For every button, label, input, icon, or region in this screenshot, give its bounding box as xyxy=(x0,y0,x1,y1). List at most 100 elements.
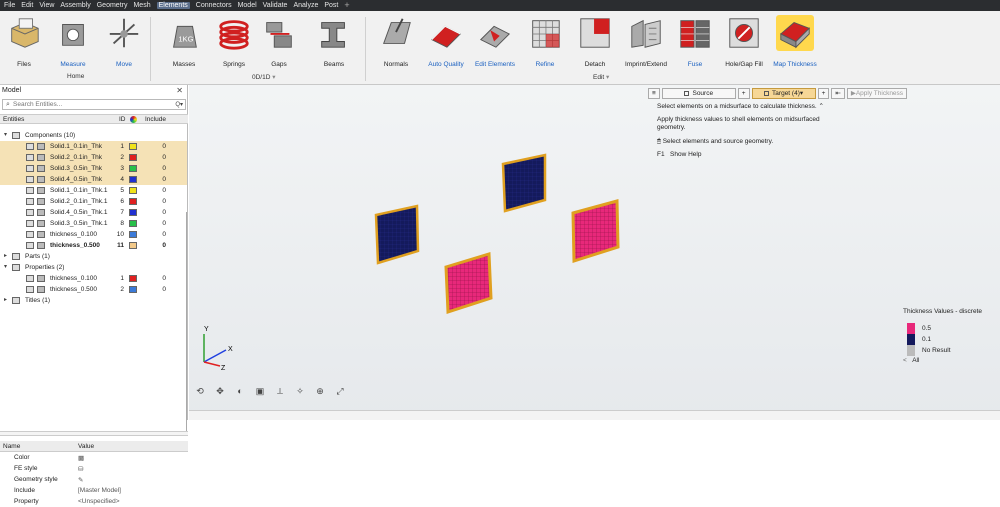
color-swatch[interactable] xyxy=(129,198,137,205)
isometric-view-icon[interactable]: ✧ xyxy=(293,384,307,398)
prop-value[interactable]: [Master Model] xyxy=(78,487,121,494)
pan-view-icon[interactable]: ✥ xyxy=(213,384,227,398)
tree-group[interactable]: ▸ Titles (1) xyxy=(0,295,187,306)
graphics-viewport[interactable] xyxy=(189,85,1000,420)
tool-refine[interactable]: Refine xyxy=(517,11,573,68)
tree-row[interactable]: Solid.4_0.5in_Thk 4 0 xyxy=(0,174,187,185)
tree-row[interactable]: thickness_0.100 1 0 xyxy=(0,273,187,284)
tool-masses[interactable]: 1KG Masses xyxy=(156,11,212,68)
tree-row[interactable]: Solid.1_0.1in_Thk 1 0 xyxy=(0,141,187,152)
zoom-view-icon[interactable]: ⊕ xyxy=(313,384,327,398)
expand-icon[interactable]: ▾ xyxy=(4,263,7,270)
color-swatch[interactable] xyxy=(129,165,137,172)
menu-model[interactable]: Model xyxy=(238,2,257,9)
visibility-icon[interactable] xyxy=(26,275,34,282)
source-button[interactable]: Source xyxy=(661,87,736,99)
visibility-icon[interactable] xyxy=(26,176,34,183)
tool-hole-gap-fill[interactable]: Hole/Gap Fill xyxy=(716,11,772,68)
col-include[interactable]: Include xyxy=(145,116,166,123)
panel-splitter[interactable] xyxy=(0,431,188,436)
search-input[interactable] xyxy=(13,100,163,109)
menu-view[interactable]: View xyxy=(39,2,54,9)
menu-post[interactable]: Post xyxy=(324,2,338,9)
menu-assembly[interactable]: Assembly xyxy=(60,2,90,9)
tree-group[interactable]: ▸ Parts (1) xyxy=(0,251,187,262)
tool-map-thickness[interactable]: Map Thickness xyxy=(767,11,823,68)
tool-fuse[interactable]: Fuse xyxy=(667,11,723,68)
prop-icon[interactable]: ▩ xyxy=(78,454,84,462)
menu-mesh[interactable]: Mesh xyxy=(133,2,150,9)
tree-row[interactable]: thickness_0.100 10 0 xyxy=(0,229,187,240)
fit-view-icon[interactable]: ⤢ xyxy=(333,384,347,398)
tree-row[interactable]: Solid.2_0.1in_Thk 2 0 xyxy=(0,152,187,163)
visibility-icon[interactable] xyxy=(26,286,34,293)
prop-row[interactable]: Color ▩ xyxy=(0,452,188,463)
menu-validate[interactable]: Validate xyxy=(263,2,288,9)
color-swatch[interactable] xyxy=(129,275,137,282)
visibility-icon[interactable] xyxy=(26,242,34,249)
tool-imprint-extend[interactable]: Imprint/Extend xyxy=(618,11,674,68)
prop-value[interactable]: <Unspecified> xyxy=(78,498,120,505)
tree-row[interactable]: thickness_0.500 2 0 xyxy=(0,284,187,295)
visibility-icon[interactable] xyxy=(26,154,34,161)
tree-row[interactable]: Solid.4_0.5in_Thk.1 7 0 xyxy=(0,207,187,218)
tool-beams[interactable]: Beams xyxy=(306,11,362,68)
color-swatch[interactable] xyxy=(129,209,137,216)
plate-pink-bottom[interactable] xyxy=(444,252,493,315)
tree-row[interactable]: Solid.3_0.5in_Thk.1 8 0 xyxy=(0,218,187,229)
guide-menu-button[interactable]: ≡ xyxy=(648,87,660,99)
legend-all-row[interactable]: < All xyxy=(903,357,1000,364)
plate-blue-top[interactable] xyxy=(501,153,547,213)
tool-auto-quality[interactable]: Auto Quality xyxy=(418,11,474,68)
tree-row[interactable]: Solid.3_0.5in_Thk 3 0 xyxy=(0,163,187,174)
color-swatch[interactable] xyxy=(129,176,137,183)
tree-row[interactable]: Solid.2_0.1in_Thk.1 6 0 xyxy=(0,196,187,207)
menu-file[interactable]: File xyxy=(4,2,15,9)
menu-edit[interactable]: Edit xyxy=(21,2,33,9)
expand-icon[interactable]: ▾ xyxy=(4,131,7,138)
visibility-icon[interactable] xyxy=(26,198,34,205)
tool-edit-elements[interactable]: Edit Elements xyxy=(467,11,523,68)
color-swatch[interactable] xyxy=(129,154,137,161)
cube-view-icon[interactable]: ▣ xyxy=(253,384,267,398)
group-edit-label[interactable]: Edit ▾ xyxy=(593,73,609,81)
menu-geometry[interactable]: Geometry xyxy=(97,2,128,9)
scrollbar[interactable] xyxy=(186,212,187,432)
tree-group[interactable]: ▾ Components (10) xyxy=(0,130,187,141)
visibility-icon[interactable] xyxy=(26,187,34,194)
add-target-button[interactable]: + xyxy=(817,87,830,99)
menu-elements[interactable]: Elements xyxy=(156,2,190,9)
reset-button[interactable]: ⇤ xyxy=(831,87,845,99)
prop-row[interactable]: FE style ⛁ xyxy=(0,463,188,474)
color-swatch[interactable] xyxy=(129,231,137,238)
apply-thickness-button[interactable]: ▶ Apply Thickness xyxy=(846,87,908,99)
color-swatch[interactable] xyxy=(129,187,137,194)
visibility-icon[interactable] xyxy=(26,209,34,216)
group-0d1d-label[interactable]: 0D/1D ▾ xyxy=(252,73,276,81)
visibility-icon[interactable] xyxy=(26,231,34,238)
show-help-text[interactable]: Show Help xyxy=(670,151,701,158)
visibility-icon[interactable] xyxy=(26,220,34,227)
col-id[interactable]: ID xyxy=(119,116,126,123)
target-button[interactable]: Target (4) ▾ xyxy=(751,87,816,99)
color-swatch[interactable] xyxy=(129,143,137,150)
prop-row[interactable]: Property <Unspecified> xyxy=(0,496,188,507)
tool-detach[interactable]: Detach xyxy=(567,11,623,68)
plate-pink-right[interactable] xyxy=(571,199,620,264)
visibility-icon[interactable] xyxy=(26,143,34,150)
menu-analyze[interactable]: Analyze xyxy=(293,2,318,9)
expand-icon[interactable]: ▸ xyxy=(4,252,7,259)
tool-measure[interactable]: Measure xyxy=(45,11,101,68)
col-entities[interactable]: Entities xyxy=(3,116,24,123)
prop-row[interactable]: Include [Master Model] xyxy=(0,485,188,496)
add-source-button[interactable]: + xyxy=(737,87,750,99)
plate-blue-left[interactable] xyxy=(374,204,420,265)
prop-icon[interactable]: ⛁ xyxy=(78,465,83,473)
color-swatch[interactable] xyxy=(129,220,137,227)
expand-icon[interactable]: ▸ xyxy=(4,296,7,303)
axis-view-icon[interactable]: ⟂ xyxy=(273,384,287,398)
prop-icon[interactable]: ✎ xyxy=(78,476,83,484)
rotate-view-icon[interactable]: ⟲ xyxy=(193,384,207,398)
search-options-dropdown[interactable]: Q▾ xyxy=(175,101,185,108)
color-swatch[interactable] xyxy=(129,286,137,293)
